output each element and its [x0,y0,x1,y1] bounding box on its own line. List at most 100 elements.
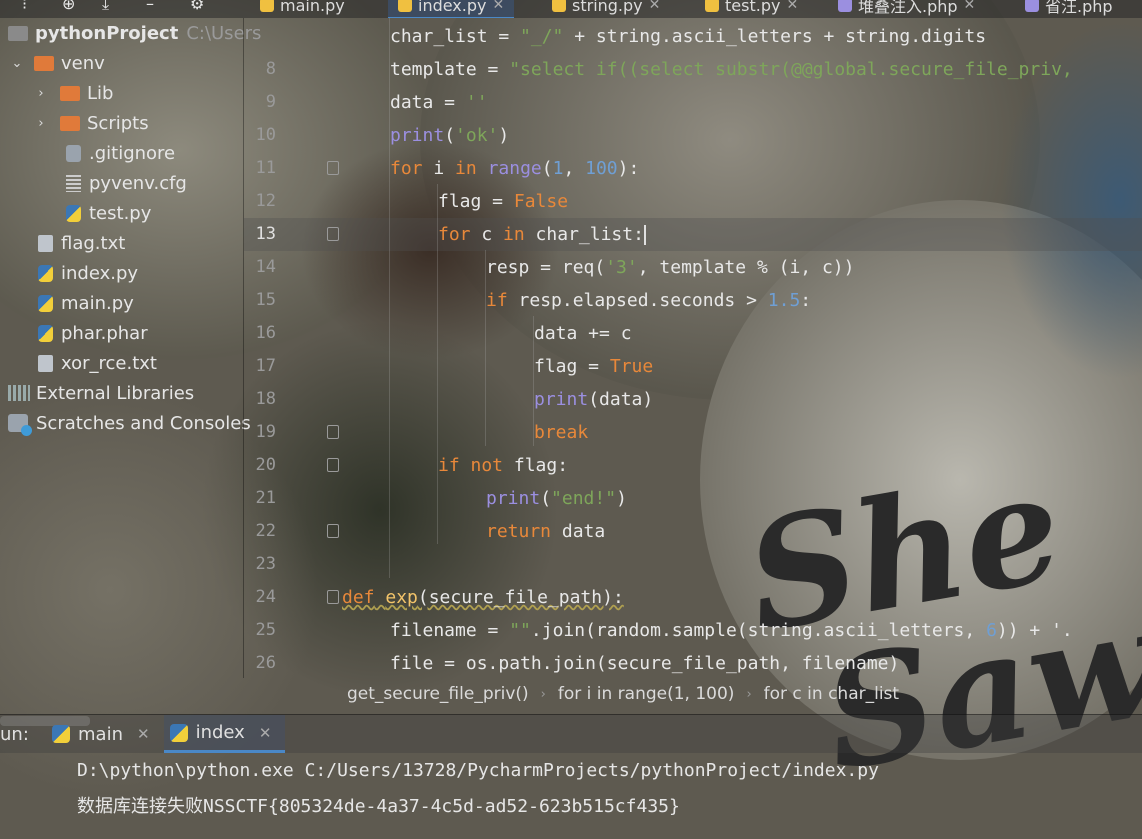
tab-label: string.py [572,0,643,15]
code-line: char_list = "_/" + string.ascii_letters … [390,26,987,47]
python-file-icon [552,0,566,12]
settings-icon[interactable]: ⚙ [190,0,204,13]
gitignore-file-icon [66,144,81,162]
tree-item-main-py[interactable]: main.py [38,288,134,318]
tab-test-py[interactable]: test.py ✕ [705,0,798,17]
editor-tab-bar: ⁝ ⊕ ⤓ – ⚙ main.py index.py ✕ string.py ✕ t… [0,0,1142,18]
line-number: 24 [255,587,276,607]
text-file-icon [38,354,53,372]
tree-item-label: flag.txt [61,232,126,254]
run-tab-bar: un: main ✕ index ✕ [0,714,1142,753]
close-tab-icon[interactable]: ✕ [964,0,976,13]
folder-icon [8,25,28,41]
chevron-right-icon[interactable]: › [32,116,50,131]
breadcrumb-item[interactable]: for c in char_list [764,684,911,704]
code-line: flag = True [534,356,654,377]
tree-item-index-py[interactable]: index.py [38,258,138,288]
config-file-icon [66,174,81,192]
code-line: data += c [534,323,632,344]
close-tab-icon[interactable]: ✕ [492,0,504,13]
collapse-icon[interactable]: ⁝ [22,0,27,13]
tree-item-test-py[interactable]: test.py [66,198,151,228]
line-number: 23 [255,554,276,574]
python-file-icon [38,264,53,282]
breadcrumb-item[interactable]: for i in range(1, 100) [558,684,747,704]
run-tab-index[interactable]: index ✕ [163,715,286,753]
line-number: 21 [255,488,276,508]
folder-icon [60,85,80,101]
line-number: 20 [255,455,276,475]
tree-item-scripts[interactable]: › Scripts [32,108,148,138]
code-line: if not flag: [438,455,569,476]
tree-item-label: index.py [61,262,139,284]
python-file-icon [705,0,719,12]
fold-marker-icon[interactable] [327,425,339,439]
console-line: D:\python\python.exe C:/Users/13728/Pych… [77,760,879,781]
code-editor[interactable]: 8 9 10 11 12 13 14 15 16 17 18 19 20 21 … [243,18,1142,678]
php-file-icon [1025,0,1039,12]
console-line: 数据库连接失败NSSCTF{805324de-4a37-4c5d-ad52-62… [77,796,680,817]
tab-string-py[interactable]: string.py ✕ [552,0,660,17]
minimize-icon[interactable]: – [146,0,154,13]
fold-marker-icon[interactable] [327,161,339,175]
close-icon[interactable]: ✕ [259,724,272,742]
tree-item-lib[interactable]: › Lib [32,78,113,108]
tab-main-py[interactable]: main.py [260,0,345,17]
project-root[interactable]: pythonProject C:\Users [8,18,261,48]
code-line: filename = "".join(random.sample(string.… [390,620,1073,641]
php-file-icon [838,0,852,12]
line-number: 26 [255,653,276,673]
project-panel: pythonProject C:\Users ⌄ venv › Lib › Sc… [0,18,261,726]
tab-index-py[interactable]: index.py ✕ [388,0,515,18]
code-line: print("end!") [486,488,627,509]
line-number: 9 [265,92,276,112]
tree-item-pyvenv[interactable]: pyvenv.cfg [66,168,187,198]
project-root-label: pythonProject [35,22,179,44]
tree-item-label: External Libraries [36,382,195,404]
add-icon[interactable]: ⊕ [62,0,75,13]
code-line: break [534,422,589,443]
run-tab-label: index [195,722,245,743]
breadcrumb-item[interactable]: get_secure_file_priv() [347,684,541,704]
chevron-right-icon: › [540,686,546,702]
tree-item-external-libraries[interactable]: External Libraries [8,378,194,408]
fold-marker-icon[interactable] [327,590,339,604]
tree-item-label: xor_rce.txt [61,352,157,374]
close-tab-icon[interactable]: ✕ [786,0,798,13]
run-console-output[interactable]: D:\python\python.exe C:/Users/13728/Pych… [0,752,1142,839]
tab-php-1[interactable]: 堆叠注入.php ✕ [838,0,975,17]
tree-item-gitignore[interactable]: .gitignore [66,138,175,168]
tree-item-flag-txt[interactable]: flag.txt [38,228,125,258]
run-tab-main[interactable]: main ✕ [46,715,164,753]
tree-item-phar[interactable]: phar.phar [38,318,148,348]
line-number: 18 [255,389,276,409]
tree-item-scratches[interactable]: Scratches and Consoles [8,408,251,438]
code-line: print('ok') [390,125,510,146]
line-number: 22 [255,521,276,541]
tree-item-venv[interactable]: ⌄ venv [8,48,105,78]
fold-marker-icon[interactable] [327,458,339,472]
code-line: template = "select if((select substr(@@g… [390,59,1073,80]
chevron-right-icon: › [746,686,752,702]
python-icon [52,725,70,743]
breadcrumb: get_secure_file_priv() › for i in range(… [243,678,1142,710]
fold-marker-icon[interactable] [327,227,339,241]
line-number: 16 [255,323,276,343]
code-line: resp = req('3', template % (i, c)) [486,257,855,278]
tab-php-2[interactable]: 省汪.php [1025,0,1113,17]
line-number: 25 [255,620,276,640]
chevron-down-icon[interactable]: ⌄ [8,56,26,71]
chevron-right-icon[interactable]: › [32,86,50,101]
line-number: 14 [255,257,276,277]
tree-item-xor-rce[interactable]: xor_rce.txt [38,348,157,378]
python-file-icon [38,294,53,312]
tree-item-label: .gitignore [89,142,176,164]
close-tab-icon[interactable]: ✕ [649,0,661,13]
phar-file-icon [38,324,53,342]
fold-marker-icon[interactable] [327,524,339,538]
close-icon[interactable]: ✕ [137,725,150,743]
folder-icon [60,115,80,131]
download-icon[interactable]: ⤓ [102,0,109,14]
run-tab-label: main [78,723,123,745]
python-file-icon [66,204,81,222]
